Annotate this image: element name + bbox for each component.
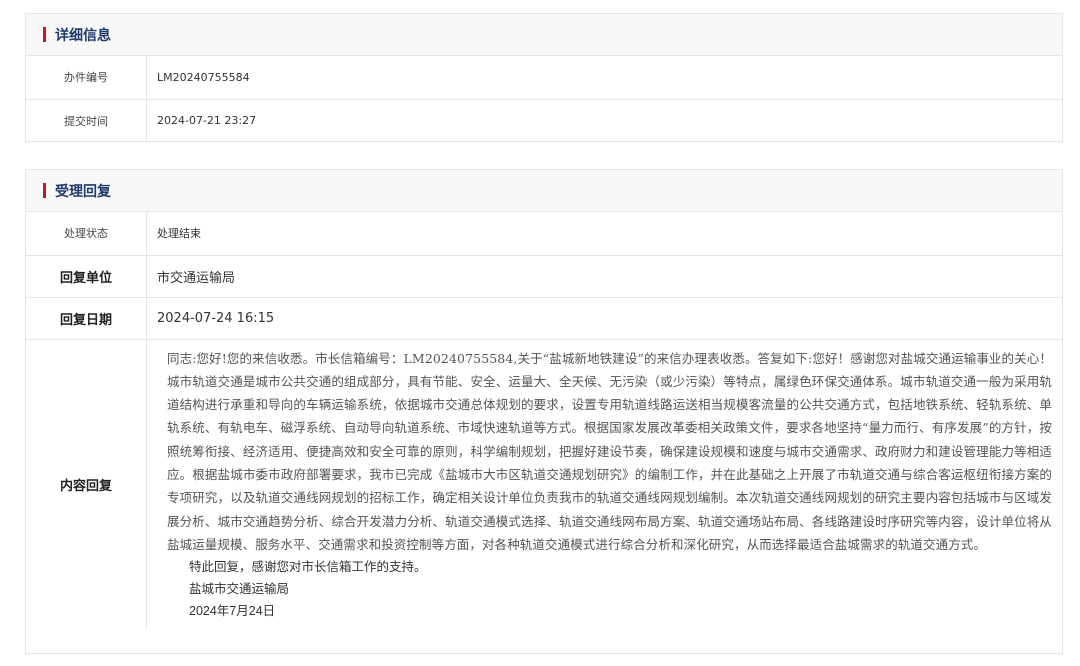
table-row: 内容回复 同志:您好!您的来信收悉。市长信箱编号：LM20240755584,关… — [26, 338, 1062, 631]
header-accent-bar — [43, 27, 46, 42]
content-reply-label: 内容回复 — [26, 338, 147, 631]
reply-date-value: 2024-07-24 16:15 — [146, 296, 1062, 339]
case-number-label: 办件编号 — [26, 56, 147, 99]
reply-unit-value: 市交通运输局 — [146, 254, 1062, 297]
table-row: 处理状态 处理结束 — [26, 212, 1062, 255]
detail-table: 办件编号 LM20240755584 提交时间 2024-07-21 23:27 — [26, 56, 1062, 142]
detail-panel-header: 详细信息 — [26, 14, 1062, 56]
signature-org: 盐城市交通运输局 — [189, 582, 290, 597]
reply-date-label: 回复日期 — [26, 296, 147, 339]
detail-panel: 详细信息 办件编号 LM20240755584 提交时间 2024-07-21 … — [25, 13, 1063, 142]
submit-time-label: 提交时间 — [26, 98, 147, 142]
table-row: 回复日期 2024-07-24 16:15 — [26, 296, 1062, 339]
submit-time-value: 2024-07-21 23:27 — [146, 98, 1062, 142]
content-reply-text: 同志:您好!您的来信收悉。市长信箱编号：LM20240755584,关于“盐城新… — [167, 350, 1052, 552]
detail-panel-title: 详细信息 — [55, 27, 111, 44]
status-value: 处理结束 — [157, 227, 201, 241]
reply-panel-title: 受理回复 — [55, 183, 111, 200]
reply-table: 处理状态 处理结束 回复单位 市交通运输局 回复日期 2024-07-24 16… — [26, 212, 1062, 631]
reply-unit-label: 回复单位 — [26, 254, 147, 297]
status-label: 处理状态 — [26, 212, 147, 255]
signature-date: 2024年7月24日 — [189, 604, 276, 619]
reply-panel: 受理回复 处理状态 处理结束 回复单位 市交通运输局 回复日期 2024-07-… — [25, 169, 1063, 654]
table-row: 办件编号 LM20240755584 — [26, 56, 1062, 99]
table-row: 回复单位 市交通运输局 — [26, 254, 1062, 297]
table-row: 提交时间 2024-07-21 23:27 — [26, 98, 1062, 142]
reply-panel-header: 受理回复 — [26, 170, 1062, 212]
closing-line: 特此回复，感谢您对市长信箱工作的支持。 — [189, 560, 427, 575]
header-accent-bar — [43, 183, 46, 198]
case-number-value: LM20240755584 — [157, 70, 250, 84]
content-reply-cell: 同志:您好!您的来信收悉。市长信箱编号：LM20240755584,关于“盐城新… — [146, 338, 1062, 631]
